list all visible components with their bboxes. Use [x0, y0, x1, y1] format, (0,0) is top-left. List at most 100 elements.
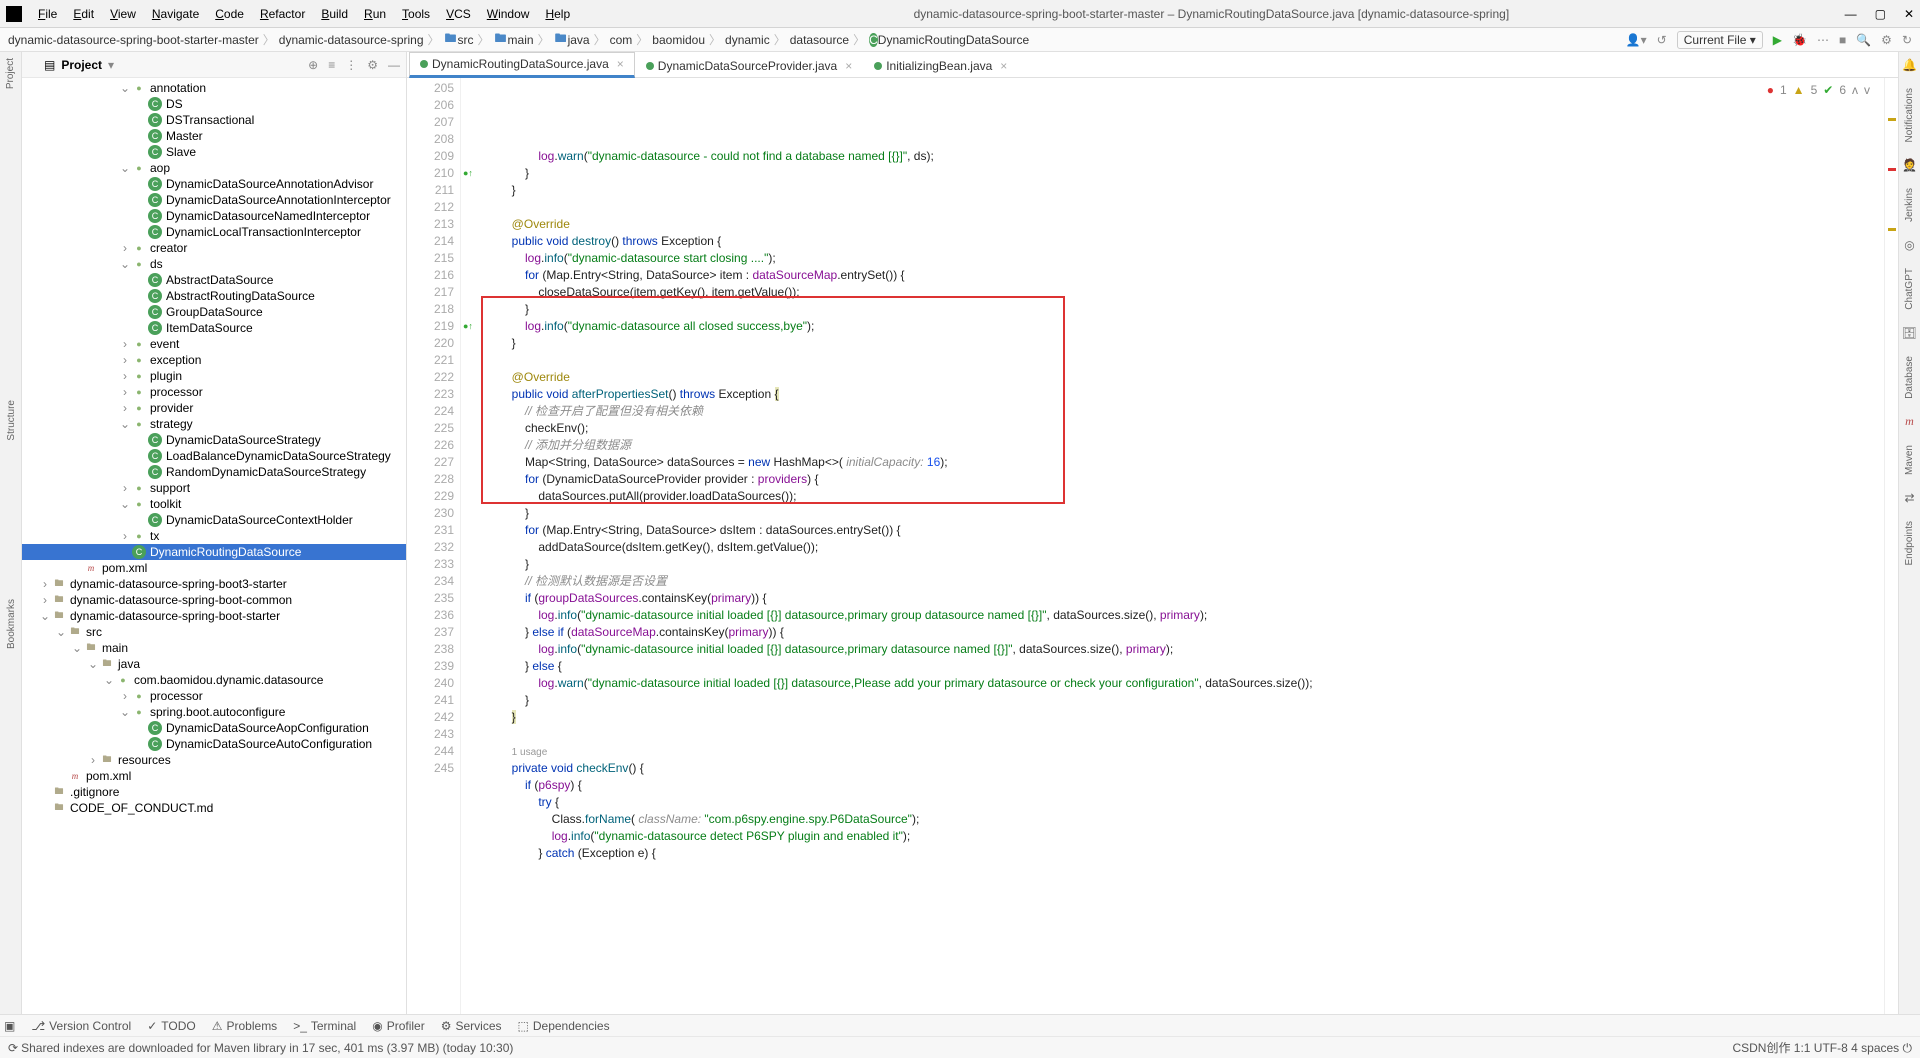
tree-node[interactable]: •CAbstractRoutingDataSource	[22, 288, 406, 304]
tree-node[interactable]: ›🖿dynamic-datasource-spring-boot-common	[22, 592, 406, 608]
tree-node[interactable]: ›●provider	[22, 400, 406, 416]
project-view-label[interactable]: Project	[61, 58, 102, 72]
code-editor[interactable]: 2052062072082092102112122132142152162172…	[407, 78, 1898, 1014]
editor-tab[interactable]: DynamicDataSourceProvider.java×	[635, 54, 863, 77]
tree-node[interactable]: •CDynamicDataSourceAutoConfiguration	[22, 736, 406, 752]
crumb-item[interactable]: java	[568, 33, 590, 47]
menu-refactor[interactable]: Refactor	[252, 7, 313, 21]
menu-build[interactable]: Build	[313, 7, 356, 21]
jenkins-icon[interactable]: 🤵	[1903, 158, 1917, 172]
status-right[interactable]: CSDN创作 1:1 UTF-8 4 spaces ⏻	[1732, 1039, 1912, 1056]
tree-node[interactable]: •CLoadBalanceDynamicDataSourceStrategy	[22, 448, 406, 464]
bottom-tab-terminal[interactable]: >_Terminal	[287, 1019, 362, 1033]
crumb-item[interactable]: datasource	[790, 33, 849, 47]
tree-node[interactable]: ›●tx	[22, 528, 406, 544]
menu-edit[interactable]: Edit	[65, 7, 102, 21]
tree-node[interactable]: •mpom.xml	[22, 768, 406, 784]
run-icon[interactable]: ▶	[1773, 33, 1782, 47]
tree-node[interactable]: •CMaster	[22, 128, 406, 144]
tree-node[interactable]: •CDynamicLocalTransactionInterceptor	[22, 224, 406, 240]
user-icon[interactable]: 👤▾	[1626, 33, 1647, 47]
collapse-icon[interactable]: ⋮	[345, 58, 357, 72]
crumb-item[interactable]: dynamic	[725, 33, 770, 47]
locate-icon[interactable]: ⊕	[308, 58, 318, 72]
tree-node[interactable]: •mpom.xml	[22, 560, 406, 576]
menu-code[interactable]: Code	[207, 7, 252, 21]
tab-close-icon[interactable]: ×	[617, 57, 624, 71]
crumb-item[interactable]: dynamic-datasource-spring	[279, 33, 424, 47]
tree-node[interactable]: •CDynamicDataSourceAopConfiguration	[22, 720, 406, 736]
debug-icon[interactable]: 🐞	[1792, 33, 1807, 47]
rail-project[interactable]: Project	[5, 58, 16, 89]
tree-node[interactable]: •CDSTransactional	[22, 112, 406, 128]
menu-navigate[interactable]: Navigate	[144, 7, 207, 21]
tree-node[interactable]: •CDynamicDataSourceAnnotationInterceptor	[22, 192, 406, 208]
tree-node[interactable]: •CDynamicDataSourceStrategy	[22, 432, 406, 448]
tree-node[interactable]: ›🖿dynamic-datasource-spring-boot3-starte…	[22, 576, 406, 592]
menu-window[interactable]: Window	[479, 7, 538, 21]
notifications-icon[interactable]: 🔔	[1903, 58, 1917, 72]
tree-node[interactable]: •🖿CODE_OF_CONDUCT.md	[22, 800, 406, 816]
crumb-item[interactable]: dynamic-datasource-spring-boot-starter-m…	[8, 33, 259, 47]
bottom-tab-version-control[interactable]: ⎇Version Control	[25, 1019, 137, 1033]
bottom-tab-problems[interactable]: ⚠Problems	[206, 1019, 283, 1033]
crumb-item[interactable]: baomidou	[652, 33, 705, 47]
more-run-icon[interactable]: ⋯	[1817, 33, 1829, 47]
tree-node[interactable]: •CDynamicDataSourceContextHolder	[22, 512, 406, 528]
tree-node[interactable]: ›●processor	[22, 384, 406, 400]
inspection-widget[interactable]: ●1 ▲5 ✔6 ʌ v	[1767, 82, 1870, 99]
tree-node[interactable]: •🖿.gitignore	[22, 784, 406, 800]
editor-tab[interactable]: DynamicRoutingDataSource.java×	[409, 52, 635, 78]
error-stripe[interactable]	[1884, 78, 1898, 1014]
menu-run[interactable]: Run	[356, 7, 394, 21]
reload-icon[interactable]: ↻	[1902, 33, 1912, 47]
bottom-tab-profiler[interactable]: ◉Profiler	[366, 1019, 431, 1033]
tree-node[interactable]: ›●event	[22, 336, 406, 352]
settings-icon[interactable]: ⚙	[1881, 33, 1892, 47]
close-icon[interactable]: ✕	[1904, 7, 1914, 21]
menu-view[interactable]: View	[102, 7, 144, 21]
tab-close-icon[interactable]: ×	[1000, 59, 1007, 73]
override-icon[interactable]: ●↑	[463, 165, 473, 182]
tree-node[interactable]: •CAbstractDataSource	[22, 272, 406, 288]
code-content[interactable]: ●1 ▲5 ✔6 ʌ v log.warn("dynamic-datasourc…	[481, 78, 1884, 1014]
tree-node[interactable]: ⌄●aop	[22, 160, 406, 176]
tree-node[interactable]: •CRandomDynamicDataSourceStrategy	[22, 464, 406, 480]
bottom-tab-dependencies[interactable]: ⬚Dependencies	[512, 1019, 616, 1033]
tree-node[interactable]: ›●creator	[22, 240, 406, 256]
run-config-selector[interactable]: Current File ▾	[1677, 31, 1763, 49]
tree-node[interactable]: ⌄●ds	[22, 256, 406, 272]
tab-close-icon[interactable]: ×	[845, 59, 852, 73]
tree-node[interactable]: •CItemDataSource	[22, 320, 406, 336]
project-tree[interactable]: ⌄●annotation•CDS•CDSTransactional•CMaste…	[22, 78, 406, 1014]
hide-icon[interactable]: —	[388, 58, 400, 72]
tree-node[interactable]: •CGroupDataSource	[22, 304, 406, 320]
tree-node[interactable]: ›●processor	[22, 688, 406, 704]
tree-node[interactable]: ⌄🖿src	[22, 624, 406, 640]
down-icon[interactable]: v	[1864, 82, 1870, 99]
bottom-tab-todo[interactable]: ✓TODO	[141, 1019, 202, 1033]
maven-icon[interactable]: m	[1903, 415, 1917, 429]
tree-node[interactable]: ›●support	[22, 480, 406, 496]
tree-node[interactable]: •CDynamicRoutingDataSource	[22, 544, 406, 560]
crumb-item[interactable]: com	[610, 33, 633, 47]
tree-node[interactable]: ⌄●spring.boot.autoconfigure	[22, 704, 406, 720]
back-icon[interactable]: ↺	[1657, 33, 1667, 47]
tree-node[interactable]: ⌄●annotation	[22, 80, 406, 96]
crumb-item[interactable]: main	[508, 33, 534, 47]
minimize-icon[interactable]: —	[1845, 7, 1857, 21]
tree-node[interactable]: ⌄●toolkit	[22, 496, 406, 512]
menu-tools[interactable]: Tools	[394, 7, 438, 21]
project-view-icon[interactable]: ▤	[44, 58, 55, 72]
crumb-item[interactable]: src	[458, 33, 474, 47]
tree-node[interactable]: ⌄●strategy	[22, 416, 406, 432]
tree-node[interactable]: ⌄🖿main	[22, 640, 406, 656]
editor-tab[interactable]: InitializingBean.java×	[863, 54, 1018, 77]
stop-icon[interactable]: ■	[1839, 33, 1846, 47]
maximize-icon[interactable]: ▢	[1875, 7, 1886, 21]
tree-node[interactable]: ›🖿resources	[22, 752, 406, 768]
tree-node[interactable]: •CDynamicDataSourceAnnotationAdvisor	[22, 176, 406, 192]
tool-window-quick-icon[interactable]: ▣	[4, 1019, 15, 1033]
up-icon[interactable]: ʌ	[1852, 82, 1858, 99]
database-icon[interactable]: 🗄	[1903, 326, 1917, 340]
